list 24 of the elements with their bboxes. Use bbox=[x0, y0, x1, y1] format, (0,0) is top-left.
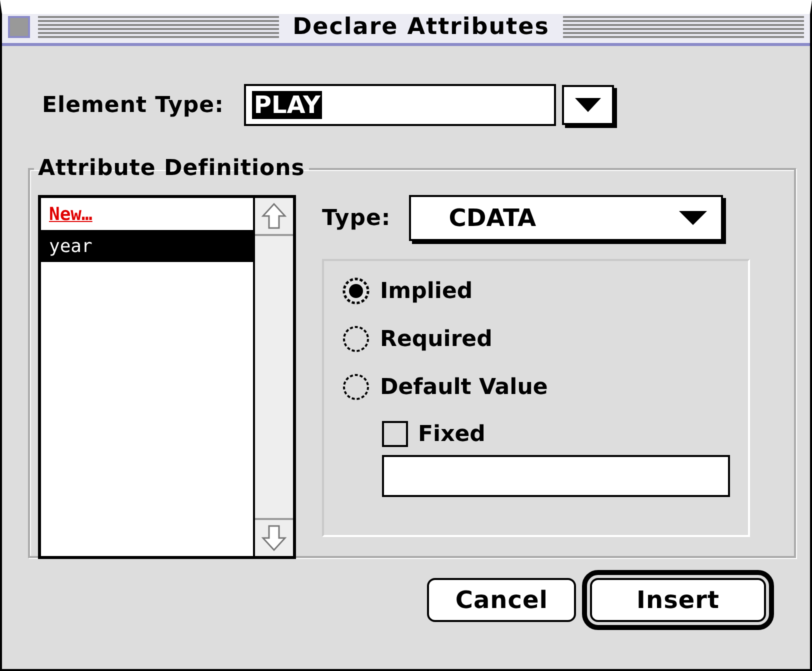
up-arrow-icon bbox=[261, 202, 287, 230]
checkbox[interactable] bbox=[382, 421, 408, 447]
element-type-field[interactable]: PLAY bbox=[244, 84, 556, 126]
radio-label[interactable]: Default Value bbox=[380, 374, 548, 400]
radio-label[interactable]: Implied bbox=[380, 278, 473, 304]
type-popup[interactable]: CDATA bbox=[408, 195, 723, 241]
caret-icon bbox=[678, 211, 707, 225]
element-type-label: Element Type: bbox=[42, 92, 224, 118]
window-title: Declare Attributes bbox=[292, 14, 550, 40]
type-label: Type: bbox=[322, 206, 391, 230]
radio-button[interactable] bbox=[342, 325, 370, 353]
dropdown-button[interactable] bbox=[562, 85, 614, 125]
list-item[interactable]: year bbox=[41, 230, 253, 262]
caret-icon bbox=[574, 98, 601, 112]
radio-button[interactable] bbox=[342, 373, 370, 401]
down-arrow-icon bbox=[261, 524, 287, 552]
default-value-field[interactable] bbox=[382, 455, 730, 497]
checkbox-label[interactable]: Fixed bbox=[418, 422, 486, 446]
scroll-bar[interactable] bbox=[253, 198, 293, 556]
radio-button[interactable] bbox=[342, 277, 370, 305]
close-box[interactable] bbox=[8, 16, 30, 38]
radio-label[interactable]: Required bbox=[380, 326, 492, 352]
group-title: Attribute Definitions bbox=[37, 156, 306, 181]
dialog-button[interactable]: Cancel bbox=[427, 578, 576, 622]
